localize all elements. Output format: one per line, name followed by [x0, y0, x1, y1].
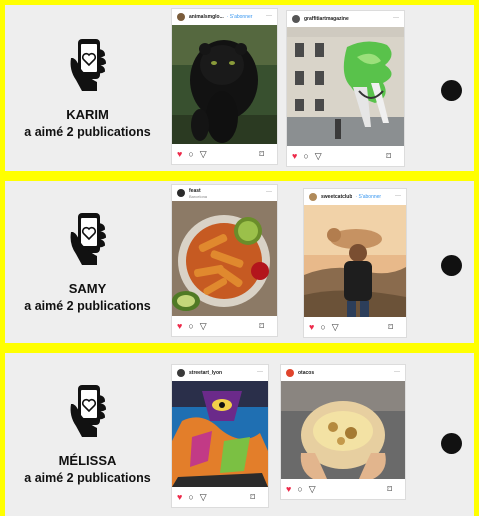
hand-phone-heart-icon [70, 38, 106, 91]
post-header: feast Barcelona ··· [172, 185, 277, 201]
comment-icon[interactable]: ○ [320, 322, 325, 332]
comment-icon[interactable]: ○ [188, 492, 193, 502]
street-art-wall-photo[interactable] [287, 27, 404, 146]
post-header: streetart_lyon ··· [172, 365, 268, 381]
post-header: graffitiartmagazine ··· [287, 11, 404, 27]
bookmark-icon[interactable]: ⌑ [386, 151, 391, 162]
post-actions: ♥ ○ ▽ ⌑ [281, 479, 405, 499]
graffiti-mural-photo[interactable] [172, 381, 268, 487]
potato-wedges-food-photo[interactable] [172, 201, 277, 316]
comment-icon[interactable]: ○ [188, 149, 193, 159]
avatar[interactable] [292, 15, 300, 23]
more-dots-icon[interactable]: ··· [395, 193, 401, 199]
heart-icon[interactable]: ♥ [177, 492, 182, 502]
notification-row-samy: SAMY a aimé 2 publications feast Barcelo… [0, 176, 479, 348]
avatar[interactable] [177, 13, 185, 21]
share-icon[interactable]: ▽ [309, 484, 316, 495]
black-panther-photo[interactable] [172, 25, 277, 144]
instagram-post-card[interactable]: otacos ··· ♥ ○ ▽ ⌑ [281, 365, 405, 499]
post-username[interactable]: animalsmglo... [189, 14, 224, 20]
user-name: MÉLISSA [58, 453, 117, 468]
hand-phone-heart-icon [70, 385, 106, 437]
more-dots-icon[interactable]: ··· [393, 15, 399, 21]
post-actions: ♥ ○ ▽ ⌑ [172, 487, 268, 507]
heart-icon[interactable]: ♥ [177, 321, 182, 331]
comment-icon[interactable]: ○ [297, 484, 302, 494]
avatar[interactable] [177, 369, 185, 377]
post-username[interactable]: feast Barcelona [189, 188, 207, 199]
more-dots-icon[interactable]: ··· [266, 189, 272, 195]
post-location[interactable]: Barcelona [189, 194, 207, 199]
bookmark-icon[interactable]: ⌑ [388, 322, 393, 333]
unread-dot-indicator [441, 80, 462, 101]
avatar[interactable] [177, 189, 185, 197]
post-actions: ♥ ○ ▽ ⌑ [304, 317, 406, 337]
user-name: KARIM [66, 106, 109, 122]
share-icon[interactable]: ▽ [200, 492, 207, 503]
avatar[interactable] [309, 193, 317, 201]
hand-phone-heart-icon [70, 212, 106, 265]
post-actions: ♥ ○ ▽ ⌑ [172, 144, 277, 164]
post-actions: ♥ ○ ▽ ⌑ [287, 146, 404, 166]
share-icon[interactable]: ▽ [200, 149, 207, 160]
follow-link[interactable]: · S'abonner [355, 194, 381, 200]
post-header: sweetcatclub · S'abonner ··· [304, 189, 406, 205]
comment-icon[interactable]: ○ [188, 321, 193, 331]
notification-summary: MÉLISSA a aimé 2 publications [5, 353, 170, 516]
man-carrying-dog-photo[interactable] [304, 205, 406, 317]
more-dots-icon[interactable]: ··· [394, 369, 400, 375]
tacos-burrito-photo[interactable] [281, 381, 405, 479]
liked-count-text: a aimé 2 publications [24, 298, 151, 313]
unread-dot-indicator [441, 255, 462, 276]
liked-count-text: a aimé 2 publications [24, 124, 151, 139]
post-username[interactable]: graffitiartmagazine [304, 16, 349, 22]
heart-icon[interactable]: ♥ [292, 151, 297, 161]
user-name: SAMY [68, 280, 107, 296]
post-username-text[interactable]: feast [189, 188, 201, 194]
bookmark-icon[interactable]: ⌑ [259, 149, 264, 160]
more-dots-icon[interactable]: ··· [257, 369, 263, 375]
heart-icon[interactable]: ♥ [177, 149, 182, 159]
notification-row-karim: KARIM a aimé 2 publications animalsmglo.… [0, 0, 479, 176]
bookmark-icon[interactable]: ⌑ [387, 484, 392, 495]
instagram-post-card[interactable]: graffitiartmagazine ··· ♥ ○ ▽ ⌑ [287, 11, 404, 166]
instagram-post-card[interactable]: streetart_lyon ··· ♥ ○ ▽ ⌑ [172, 365, 268, 507]
share-icon[interactable]: ▽ [200, 321, 207, 332]
post-actions: ♥ ○ ▽ ⌑ [172, 316, 277, 336]
instagram-post-card[interactable]: animalsmglo... · S'abonner ··· ♥ ○ ▽ ⌑ [172, 9, 277, 164]
more-dots-icon[interactable]: ··· [266, 13, 272, 19]
instagram-post-card[interactable]: sweetcatclub · S'abonner ··· ♥ ○ ▽ ⌑ [304, 189, 406, 337]
avatar[interactable] [286, 369, 294, 377]
heart-icon[interactable]: ♥ [286, 484, 291, 494]
post-header: otacos ··· [281, 365, 405, 381]
share-icon[interactable]: ▽ [332, 322, 339, 333]
heart-icon[interactable]: ♥ [309, 322, 314, 332]
bookmark-icon[interactable]: ⌑ [250, 492, 255, 503]
unread-dot-indicator [441, 433, 462, 454]
notification-row-melissa: MÉLISSA a aimé 2 publications streetart_… [0, 348, 479, 516]
liked-count-text: a aimé 2 publications [24, 471, 151, 485]
follow-link[interactable]: · S'abonner [227, 14, 253, 20]
share-icon[interactable]: ▽ [315, 151, 322, 162]
post-username[interactable]: otacos [298, 370, 314, 376]
post-username[interactable]: sweetcatclub [321, 194, 352, 200]
post-username[interactable]: streetart_lyon [189, 370, 222, 376]
comment-icon[interactable]: ○ [303, 151, 308, 161]
bookmark-icon[interactable]: ⌑ [259, 321, 264, 332]
post-header: animalsmglo... · S'abonner ··· [172, 9, 277, 25]
notification-summary: SAMY a aimé 2 publications [5, 181, 170, 343]
notification-summary: KARIM a aimé 2 publications [5, 5, 170, 171]
instagram-post-card[interactable]: feast Barcelona ··· ♥ ○ ▽ ⌑ [172, 185, 277, 336]
